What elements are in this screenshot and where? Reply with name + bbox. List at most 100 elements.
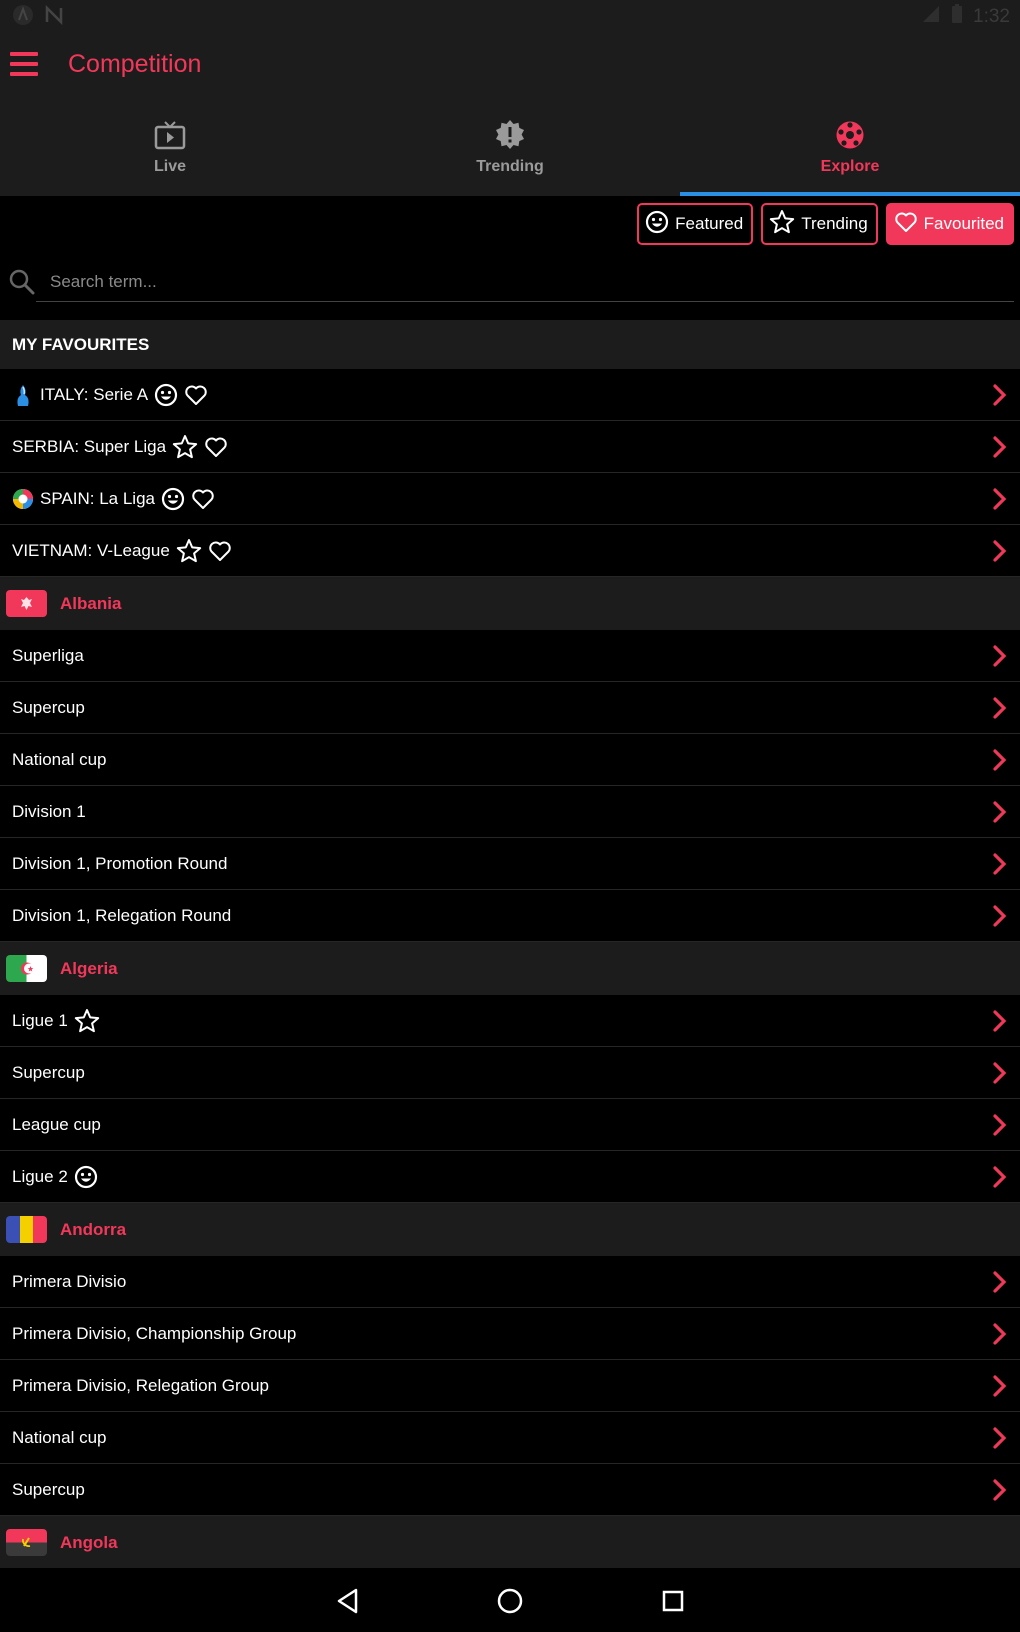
- chevron-right-icon: [992, 1426, 1008, 1455]
- trending-filter-label: Trending: [801, 214, 868, 233]
- serie-a-logo-icon: [12, 384, 34, 406]
- page-title: Competition: [68, 50, 202, 78]
- list-item[interactable]: National cup: [0, 734, 1020, 786]
- country-name: Andorra: [60, 1219, 127, 1239]
- system-navigation-bar: [0, 1568, 1020, 1632]
- smiley-icon: [161, 487, 185, 511]
- star-icon: [176, 538, 202, 564]
- list-item-label: Primera Divisio, Championship Group: [12, 1323, 297, 1343]
- list-item[interactable]: SPAIN: La Liga: [0, 473, 1020, 525]
- filter-chips: Featured Trending Favourited: [637, 203, 1014, 245]
- app-notification-icon: [12, 4, 34, 31]
- back-icon[interactable]: [333, 1586, 363, 1616]
- status-bar: 1:32: [0, 0, 1020, 30]
- algeria-flag-icon: [6, 955, 47, 982]
- recents-icon[interactable]: [658, 1586, 688, 1616]
- n-notification-icon: [44, 4, 64, 30]
- country-header-andorra: Andorra: [0, 1203, 1020, 1256]
- country-header-algeria: Algeria: [0, 942, 1020, 995]
- hamburger-menu-icon[interactable]: [10, 52, 40, 82]
- featured-filter-button[interactable]: Featured: [637, 203, 754, 245]
- search-input[interactable]: [36, 262, 1014, 302]
- list-item[interactable]: Supercup: [0, 1464, 1020, 1516]
- smiley-icon: [74, 1165, 98, 1189]
- list-item[interactable]: Division 1, Relegation Round: [0, 890, 1020, 942]
- list-item-label: Division 1, Relegation Round: [12, 905, 232, 925]
- la-liga-logo-icon: [12, 488, 34, 510]
- list-item[interactable]: Supercup: [0, 682, 1020, 734]
- country-header-albania: Albania: [0, 577, 1020, 630]
- chevron-right-icon: [992, 487, 1008, 516]
- chevron-right-icon: [992, 539, 1008, 568]
- chevron-right-icon: [992, 1009, 1008, 1038]
- app-bar: Competition: [0, 30, 1020, 104]
- list-item[interactable]: Primera Divisio: [0, 1256, 1020, 1308]
- list-item[interactable]: VIETNAM: V-League: [0, 525, 1020, 577]
- list-item-label: VIETNAM: V-League: [12, 540, 170, 560]
- list-item-label: Supercup: [12, 1062, 85, 1082]
- tab-explore[interactable]: Explore: [680, 104, 1020, 196]
- list-item[interactable]: Division 1, Promotion Round: [0, 838, 1020, 890]
- chevron-right-icon: [992, 904, 1008, 933]
- list-item[interactable]: Division 1: [0, 786, 1020, 838]
- tab-live[interactable]: Live: [0, 104, 340, 196]
- chevron-right-icon: [992, 800, 1008, 829]
- chevron-right-icon: [992, 1165, 1008, 1194]
- chevron-right-icon: [992, 644, 1008, 673]
- chevron-right-icon: [992, 1478, 1008, 1507]
- list-item[interactable]: SERBIA: Super Liga: [0, 421, 1020, 473]
- list-item[interactable]: Ligue 1: [0, 995, 1020, 1047]
- favourited-filter-label: Favourited: [923, 214, 1004, 233]
- signal-icon: [921, 4, 941, 29]
- albania-flag-icon: [6, 590, 47, 617]
- list-item-label: National cup: [12, 749, 107, 769]
- favourited-filter-button[interactable]: Favourited: [885, 203, 1014, 245]
- list-item-label: SERBIA: Super Liga: [12, 436, 167, 456]
- list-item-label: Supercup: [12, 1479, 85, 1499]
- heart-icon: [191, 488, 215, 510]
- tab-bar: Live Trending Explore: [0, 104, 1020, 196]
- smiley-icon: [645, 210, 669, 239]
- chevron-right-icon: [992, 696, 1008, 725]
- list-item[interactable]: Primera Divisio, Championship Group: [0, 1308, 1020, 1360]
- chevron-right-icon: [992, 748, 1008, 777]
- country-name: Algeria: [60, 958, 118, 978]
- tab-trending[interactable]: Trending: [340, 104, 680, 196]
- tv-icon: [153, 118, 187, 152]
- list-item-label: Division 1, Promotion Round: [12, 853, 228, 873]
- home-icon[interactable]: [495, 1586, 525, 1616]
- heart-icon: [204, 436, 228, 458]
- andorra-flag-icon: [6, 1216, 47, 1243]
- country-name: Angola: [60, 1532, 118, 1552]
- chevron-right-icon: [992, 435, 1008, 464]
- tab-explore-label: Explore: [820, 158, 880, 175]
- list-item[interactable]: ITALY: Serie A: [0, 369, 1020, 421]
- list-item[interactable]: National cup: [0, 1412, 1020, 1464]
- list-item-label: Superliga: [12, 645, 84, 665]
- smiley-icon: [154, 383, 178, 407]
- star-icon: [172, 434, 198, 460]
- trending-filter-button[interactable]: Trending: [761, 203, 878, 245]
- chevron-right-icon: [992, 1270, 1008, 1299]
- chevron-right-icon: [992, 1322, 1008, 1351]
- list-item[interactable]: Superliga: [0, 630, 1020, 682]
- list-item[interactable]: League cup: [0, 1099, 1020, 1151]
- list-item-label: League cup: [12, 1114, 101, 1134]
- chevron-right-icon: [992, 383, 1008, 412]
- chevron-right-icon: [992, 1061, 1008, 1090]
- angola-flag-icon: [6, 1529, 47, 1556]
- chevron-right-icon: [992, 1374, 1008, 1403]
- list-item[interactable]: Supercup: [0, 1047, 1020, 1099]
- list-item-label: Supercup: [12, 697, 85, 717]
- star-icon: [74, 1008, 100, 1034]
- list-item-label: Ligue 1: [12, 1010, 68, 1030]
- featured-filter-label: Featured: [675, 214, 744, 233]
- favourites-header: MY FAVOURITES: [0, 320, 1020, 369]
- battery-icon: [951, 4, 963, 29]
- tab-live-label: Live: [153, 158, 186, 175]
- heart-icon: [208, 540, 232, 562]
- heart-icon: [894, 211, 918, 238]
- list-item[interactable]: Primera Divisio, Relegation Group: [0, 1360, 1020, 1412]
- list-item[interactable]: Ligue 2: [0, 1151, 1020, 1203]
- list-item-label: Primera Divisio: [12, 1271, 127, 1291]
